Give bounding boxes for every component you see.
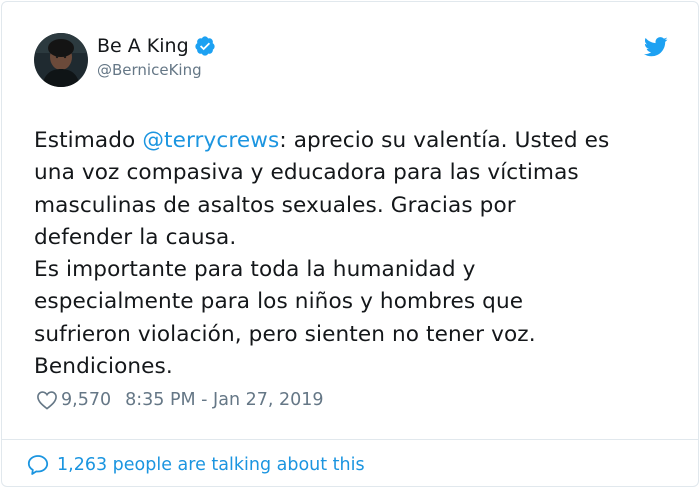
- avatar-photo: [34, 33, 88, 87]
- tweet-text-segment: : aprecio su valentía. Usted es: [279, 128, 610, 153]
- tweet-line: Es importante para toda la humanidad y: [34, 257, 476, 283]
- author-avatar[interactable]: [34, 33, 88, 87]
- author-handle[interactable]: @BerniceKing: [97, 61, 202, 79]
- tweet-line: una voz compasiva y educadora para las v…: [34, 160, 579, 186]
- conversation-text: 1,263 people are talking about this: [57, 455, 365, 475]
- verified-badge-icon: [195, 36, 215, 56]
- tweet-text-segment: Estimado: [34, 128, 143, 153]
- display-name-text: Be A King: [97, 35, 189, 57]
- tweet-line: masculinas de asaltos sexuales. Gracias …: [34, 192, 516, 218]
- tweet-line: sufrieron violación, pero sienten no ten…: [34, 321, 536, 347]
- tweet-text: Estimado @terrycrews: aprecio su valentí…: [34, 125, 674, 383]
- tweet-line: especialmente para los niños y hombres q…: [34, 289, 524, 315]
- twitter-bird-icon[interactable]: [644, 37, 668, 57]
- tweet-line: Estimado @terrycrews: aprecio su valentí…: [34, 125, 674, 157]
- tweet-timestamp[interactable]: 8:35 PM - Jan 27, 2019: [125, 390, 323, 410]
- tweet-meta: 9,570 8:35 PM - Jan 27, 2019: [36, 390, 324, 410]
- divider: [2, 439, 698, 440]
- mention-link[interactable]: @terrycrews: [142, 128, 279, 153]
- conversation-link[interactable]: 1,263 people are talking about this: [26, 453, 365, 477]
- embedded-tweet-card: Be A King @BerniceKing Estimado @terrycr…: [1, 1, 699, 487]
- tweet-line: Bendiciones.: [34, 354, 173, 380]
- like-count[interactable]: 9,570: [61, 390, 111, 410]
- reply-bubble-icon: [27, 455, 49, 475]
- author-display-name[interactable]: Be A King: [97, 35, 216, 57]
- heart-icon[interactable]: [36, 390, 58, 410]
- tweet-line: defender la causa.: [34, 224, 237, 250]
